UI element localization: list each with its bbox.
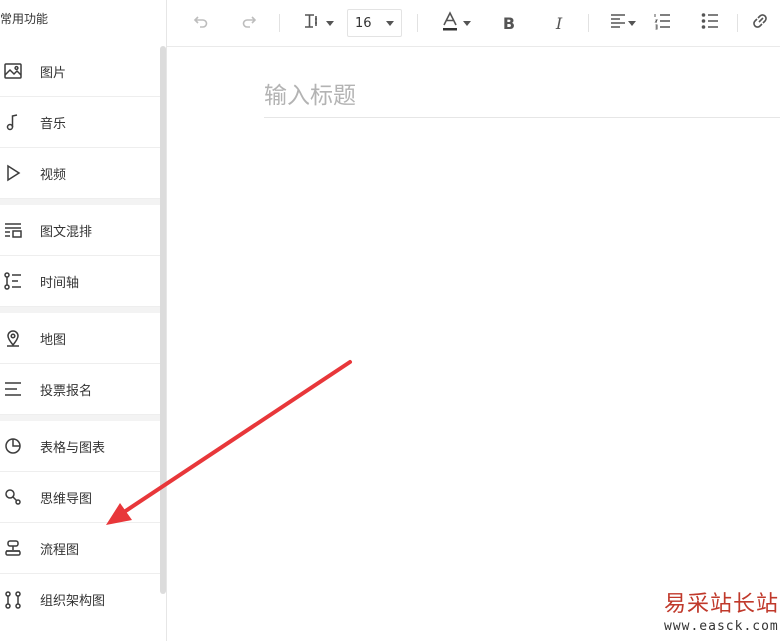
ordered-list-icon [653,12,671,34]
toolbar: 16 B I [167,0,780,47]
flowchart-icon [1,536,25,560]
sidebar-item-label: 组织架构图 [40,594,106,609]
link-button[interactable] [748,8,772,38]
text-image-layout-icon [1,218,25,242]
timeline-icon [1,269,25,293]
title-input[interactable] [264,74,780,118]
align-button[interactable] [609,8,637,38]
redo-icon [241,13,257,33]
play-icon [1,161,25,185]
sidebar: 常用功能 图片 音乐 视频 图文混排 时间轴 地图 投票报名 表格与图表 思维导… [0,0,167,641]
mind-map-icon [1,485,25,509]
text-style-icon [303,13,321,33]
sidebar-item-video[interactable]: 视频 [0,148,160,199]
editor-area[interactable] [167,48,780,641]
toolbar-separator [279,14,280,32]
sidebar-item-music[interactable]: 音乐 [0,97,160,148]
undo-button[interactable] [186,8,216,38]
sidebar-item-label: 表格与图表 [40,440,106,456]
bold-button[interactable]: B [494,8,524,38]
sidebar-item-mind-map[interactable]: 思维导图 [0,472,160,523]
watermark: 易采站长站 www.easck.com [660,584,780,638]
sidebar-item-map[interactable]: 地图 [0,313,160,364]
sidebar-item-vote[interactable]: 投票报名 [0,364,160,415]
font-size-value: 16 [355,15,372,31]
redo-button[interactable] [234,8,264,38]
sidebar-item-text-image[interactable]: 图文混排 [0,205,160,256]
music-note-icon [1,110,25,134]
unordered-list-button[interactable] [697,8,723,38]
sidebar-item-flowchart[interactable]: 流程图 [0,523,160,574]
watermark-title: 易采站长站 [664,592,780,617]
sidebar-item-label: 图文混排 [40,224,93,240]
sidebar-item-timeline[interactable]: 时间轴 [0,256,160,307]
sidebar-item-label: 视频 [40,167,67,183]
sidebar-item-label: 图片 [40,65,67,81]
sidebar-item-label: 音乐 [40,116,67,132]
image-icon [1,59,25,83]
toolbar-separator [737,14,738,32]
link-icon [751,12,769,34]
list-lines-icon [1,377,25,401]
watermark-url: www.easck.com [664,619,779,634]
ordered-list-button[interactable] [649,8,675,38]
pie-chart-icon [1,434,25,458]
map-pin-icon [1,326,25,350]
sidebar-item-label: 时间轴 [40,275,80,291]
sidebar-list: 图片 音乐 视频 图文混排 时间轴 地图 投票报名 表格与图表 思维导图 流程图… [0,46,160,625]
sidebar-item-table-chart[interactable]: 表格与图表 [0,421,160,472]
editor-app: 常用功能 图片 音乐 视频 图文混排 时间轴 地图 投票报名 表格与图表 思维导… [0,0,780,641]
chevron-down-icon [462,20,471,26]
sidebar-item-org-chart[interactable]: 组织架构图 [0,574,160,625]
sidebar-item-label: 地图 [40,332,67,348]
sidebar-item-label: 思维导图 [40,491,93,507]
text-style-button[interactable] [300,8,336,38]
sidebar-title: 常用功能 [0,12,49,26]
chevron-down-icon [325,20,334,26]
undo-icon [193,13,209,33]
font-color-icon [442,11,458,35]
toolbar-separator [417,14,418,32]
sidebar-item-label: 投票报名 [40,383,93,399]
sidebar-item-image[interactable]: 图片 [0,46,160,97]
chevron-down-icon [628,20,636,26]
font-color-button[interactable] [438,8,474,38]
align-left-icon [610,13,626,33]
font-size-select[interactable]: 16 [347,9,402,37]
sidebar-item-label: 流程图 [40,542,80,558]
toolbar-separator [588,14,589,32]
italic-button[interactable]: I [544,8,574,38]
org-chart-icon [1,588,25,612]
unordered-list-icon [701,12,719,34]
chevron-down-icon [386,20,394,26]
